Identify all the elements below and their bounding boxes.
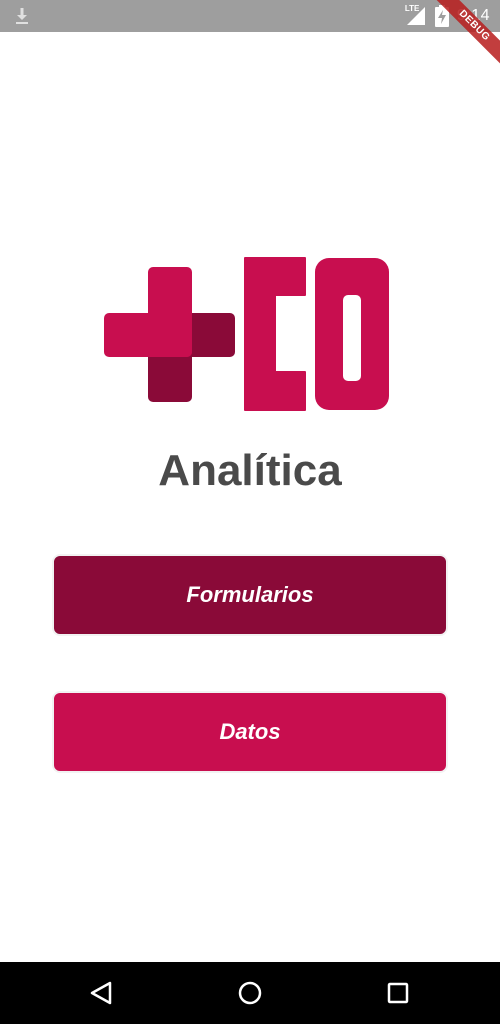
logo-plus-horizontal [104,313,192,357]
status-bar: LTE 9:14 [0,0,500,32]
back-icon[interactable] [86,977,118,1009]
battery-charging-icon [434,5,449,27]
forms-button-label: Formularios [186,582,314,607]
forms-button[interactable]: Formularios [52,554,448,636]
recents-icon[interactable] [382,977,414,1009]
page-title: Analítica [158,446,342,495]
status-time: 9:14 [456,7,490,24]
app-logo [104,257,389,411]
navigation-bar [0,962,500,1024]
data-button[interactable]: Datos [52,691,448,773]
home-icon[interactable] [234,977,266,1009]
download-icon [16,8,28,24]
status-icons: LTE 9:14 [405,0,490,32]
network-type-label: LTE [404,4,420,13]
data-button-label: Datos [219,719,281,744]
signal-icon: LTE [405,5,427,27]
logo-letter-c [244,257,306,411]
